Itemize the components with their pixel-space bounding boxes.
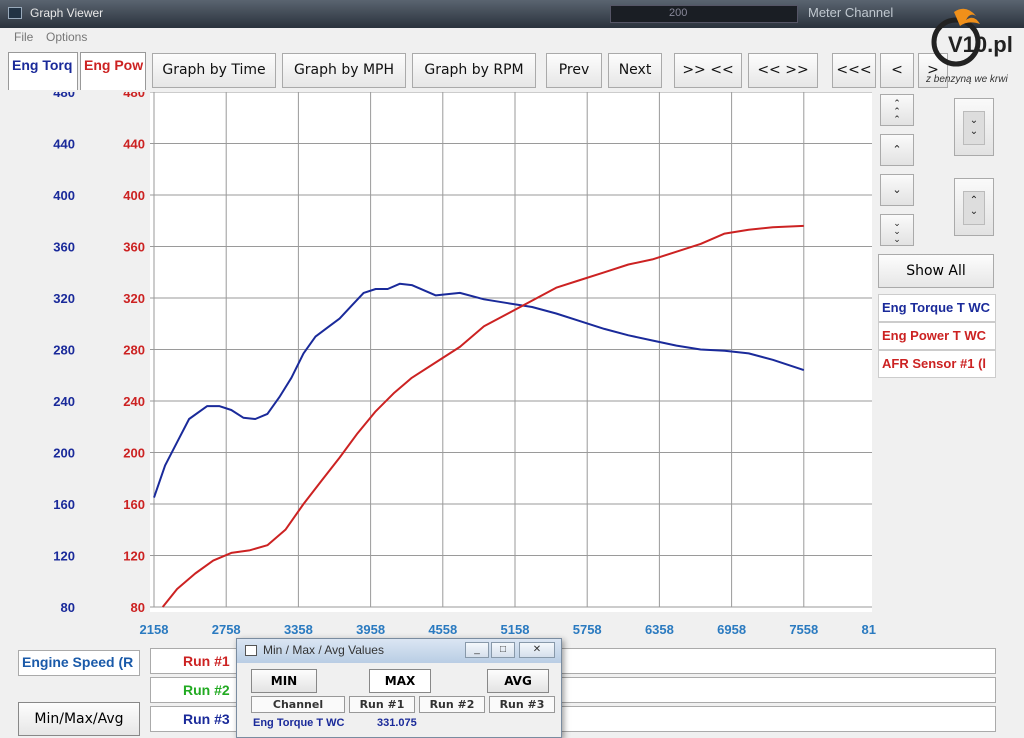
y-tick-label-power: 160: [123, 497, 145, 512]
y-tick-label-power: 120: [123, 549, 145, 564]
x-tick-label: 5758: [573, 622, 602, 637]
window-title: Graph Viewer: [30, 6, 104, 20]
menu-bar: File Options: [0, 28, 1024, 46]
expand-down-button[interactable]: ⌃ ⌄: [954, 178, 994, 236]
close-button[interactable]: ✕: [519, 642, 555, 658]
graph-by-mph-button[interactable]: Graph by MPH: [282, 53, 406, 88]
v10-logo: V10.pl z benzyną we krwi: [925, 2, 1024, 88]
x-channel-box[interactable]: Engine Speed (R: [18, 650, 140, 676]
y-tick-label-power: 320: [123, 291, 145, 306]
prev-button[interactable]: Prev: [546, 53, 602, 88]
dyno-chart: 80 80 120 120 160 160 200 200 240 240 280 280 320 320…: [53, 92, 876, 637]
y-tick-label-torque: 280: [53, 343, 75, 358]
zoom-out-button[interactable]: << >>: [748, 53, 818, 88]
y-tick-label-torque: 360: [53, 240, 75, 255]
y-tick-label-power: 440: [123, 137, 145, 152]
show-all-button[interactable]: Show All: [878, 254, 994, 288]
meter-channel-label: Meter Channel: [808, 5, 894, 20]
y-tick-label-torque: 480: [53, 92, 75, 100]
max-button[interactable]: MAX: [369, 669, 431, 693]
x-tick-label: 8158: [862, 622, 876, 637]
scroll-back-button[interactable]: <: [880, 53, 914, 88]
y-tick-label-torque: 80: [61, 600, 75, 615]
y-tick-label-power: 480: [123, 92, 145, 100]
scroll-down-button[interactable]: ⌄: [880, 174, 914, 206]
zoom-in-button[interactable]: >> <<: [674, 53, 742, 88]
legend-afr-sensor[interactable]: AFR Sensor #1 (l: [878, 350, 996, 378]
y-tick-label-torque: 440: [53, 137, 75, 152]
x-tick-label: 2158: [140, 622, 169, 637]
title-bar: Graph Viewer 200 Meter Channel: [0, 0, 1024, 28]
min-max-avg-dialog: Min / Max / Avg Values _ □ ✕ MIN MAX AVG…: [236, 638, 562, 738]
graph-app-icon: [8, 7, 22, 19]
y-tick-label-power: 240: [123, 394, 145, 409]
logo-tagline: z benzyną we krwi: [926, 74, 1008, 85]
x-axis-ticks: 2158 2758 3358 3958 4558 5158 5758 6358 6958 7558…: [140, 622, 876, 637]
run-3-label: Run #3: [183, 711, 230, 727]
legend-eng-power[interactable]: Eng Power T WC: [878, 322, 996, 350]
scroll-first-button[interactable]: <<<: [832, 53, 876, 88]
x-tick-label: 5158: [501, 622, 530, 637]
tab-eng-torque[interactable]: Eng Torq: [8, 52, 78, 90]
scroll-up-fast-button[interactable]: ⌃ ⌃ ⌃: [880, 94, 914, 126]
x-tick-label: 7558: [789, 622, 818, 637]
header-run-3: Run #3: [489, 696, 555, 713]
x-tick-label: 4558: [428, 622, 457, 637]
y-tick-label-power: 280: [123, 343, 145, 358]
logo-text: V10.pl: [948, 32, 1013, 57]
y-tick-label-power: 200: [123, 446, 145, 461]
dialog-window-icon: [245, 645, 257, 656]
next-button[interactable]: Next: [608, 53, 662, 88]
row-run-1-value: 331.075: [377, 717, 417, 729]
x-tick-label: 2758: [212, 622, 241, 637]
y-tick-label-torque: 240: [53, 394, 75, 409]
min-button[interactable]: MIN: [251, 669, 317, 693]
x-tick-label: 6358: [645, 622, 674, 637]
y-tick-label-torque: 320: [53, 291, 75, 306]
expand-up-icon: ⌄ ⌄: [963, 111, 985, 145]
y-tick-label-power: 360: [123, 240, 145, 255]
avg-button[interactable]: AVG: [487, 669, 549, 693]
y-tick-label-torque: 400: [53, 188, 75, 203]
y-tick-label-torque: 160: [53, 497, 75, 512]
scroll-down-fast-button[interactable]: ⌄ ⌄ ⌄: [880, 214, 914, 246]
legend-eng-torque[interactable]: Eng Torque T WC: [878, 294, 996, 322]
dialog-title: Min / Max / Avg Values: [263, 643, 384, 657]
strip-value: 200: [669, 7, 688, 19]
expand-up-button[interactable]: ⌄ ⌄: [954, 98, 994, 156]
run-2-label: Run #2: [183, 682, 230, 698]
plot-background: [150, 92, 872, 612]
maximize-button[interactable]: □: [491, 642, 515, 658]
y-tick-label-torque: 200: [53, 446, 75, 461]
y-tick-label-torque: 120: [53, 549, 75, 564]
x-channel-label: Engine Speed (R: [22, 654, 134, 670]
y-axis-ticks: 80 80 120 120 160 160 200 200 240 240 280 280 320 320…: [53, 92, 145, 615]
x-tick-label: 3358: [284, 622, 313, 637]
tab-eng-power[interactable]: Eng Pow: [80, 52, 146, 90]
x-tick-label: 6958: [717, 622, 746, 637]
graph-by-rpm-button[interactable]: Graph by RPM: [412, 53, 536, 88]
header-channel: Channel: [251, 696, 345, 713]
y-tick-label-power: 80: [131, 600, 145, 615]
header-run-1: Run #1: [349, 696, 415, 713]
run-1-label: Run #1: [183, 653, 230, 669]
y-tick-label-power: 400: [123, 188, 145, 203]
row-channel: Eng Torque T WC: [253, 717, 345, 729]
menu-options[interactable]: Options: [46, 30, 87, 44]
value-strip: 200: [610, 5, 798, 23]
graph-by-time-button[interactable]: Graph by Time: [152, 53, 276, 88]
expand-down-icon: ⌃ ⌄: [963, 191, 985, 225]
x-tick-label: 3958: [356, 622, 385, 637]
header-run-2: Run #2: [419, 696, 485, 713]
menu-file[interactable]: File: [14, 30, 33, 44]
minimize-button[interactable]: _: [465, 642, 489, 658]
min-max-avg-button[interactable]: Min/Max/Avg: [18, 702, 140, 736]
scroll-up-button[interactable]: ⌃: [880, 134, 914, 166]
